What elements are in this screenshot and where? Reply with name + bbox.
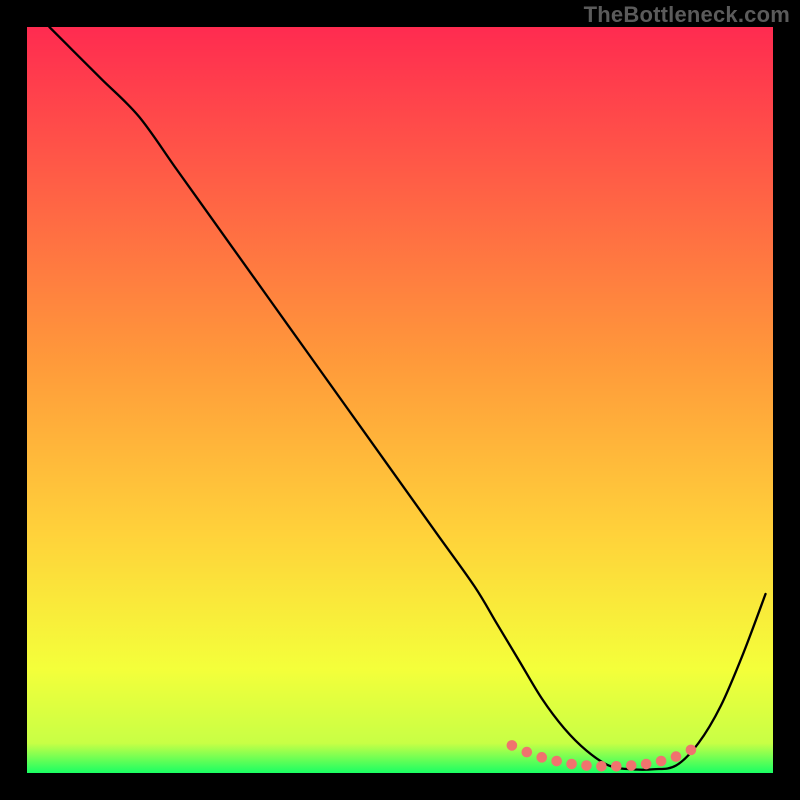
highlight-dot xyxy=(507,740,518,751)
highlight-dot xyxy=(686,745,697,756)
gradient-background xyxy=(27,27,773,773)
highlight-dot xyxy=(522,747,533,758)
chart-plot-area xyxy=(27,27,773,773)
highlight-dot xyxy=(536,752,547,763)
chart-frame: TheBottleneck.com xyxy=(0,0,800,800)
highlight-dot xyxy=(596,761,607,772)
watermark-text: TheBottleneck.com xyxy=(584,2,790,28)
chart-svg xyxy=(27,27,773,773)
highlight-dot xyxy=(566,759,577,770)
highlight-dot xyxy=(671,751,682,762)
highlight-dot xyxy=(656,756,667,767)
highlight-dot xyxy=(611,761,622,772)
highlight-dot xyxy=(581,760,592,771)
highlight-dot xyxy=(551,756,562,767)
highlight-dot xyxy=(626,760,637,771)
highlight-dot xyxy=(641,759,652,770)
